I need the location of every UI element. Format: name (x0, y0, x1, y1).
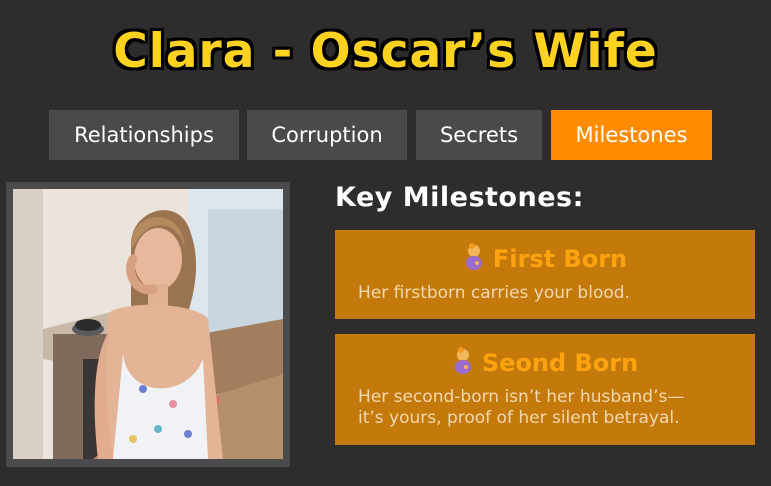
character-title: Clara - Oscar’s Wife (113, 24, 658, 79)
tab-secrets[interactable]: Secrets (416, 110, 542, 160)
milestone-title-row: Seond Born (335, 347, 755, 377)
tab-relationships[interactable]: Relationships (49, 110, 239, 160)
portrait-frame (6, 182, 290, 467)
milestones-heading: Key Milestones: (335, 182, 584, 213)
baby-icon (465, 243, 482, 270)
milestone-title: First Born (492, 245, 628, 273)
milestone-description-line: Her firstborn carries your blood. (358, 283, 630, 303)
tab-milestones[interactable]: Milestones (551, 110, 712, 160)
milestone-description-line: it’s yours, proof of her silent betrayal… (358, 408, 680, 428)
milestone-card-second-born: Seond Born Her second-born isn’t her hus… (335, 334, 755, 445)
character-portrait-image (13, 189, 283, 459)
milestone-title-row: First Born (335, 243, 755, 273)
milestone-description-line: Her second-born isn’t her husband’s— (358, 387, 685, 407)
baby-icon (454, 347, 471, 374)
character-portrait (13, 189, 283, 459)
milestone-description: Her second-born isn’t her husband’s— it’… (358, 387, 743, 429)
tab-corruption[interactable]: Corruption (247, 110, 407, 160)
milestone-description: Her firstborn carries your blood. (358, 283, 743, 304)
character-screen: Clara - Oscar’s Wife Relationships Corru… (0, 0, 771, 486)
milestone-card-first-born: First Born Her firstborn carries your bl… (335, 230, 755, 319)
milestone-title: Seond Born (481, 349, 639, 377)
